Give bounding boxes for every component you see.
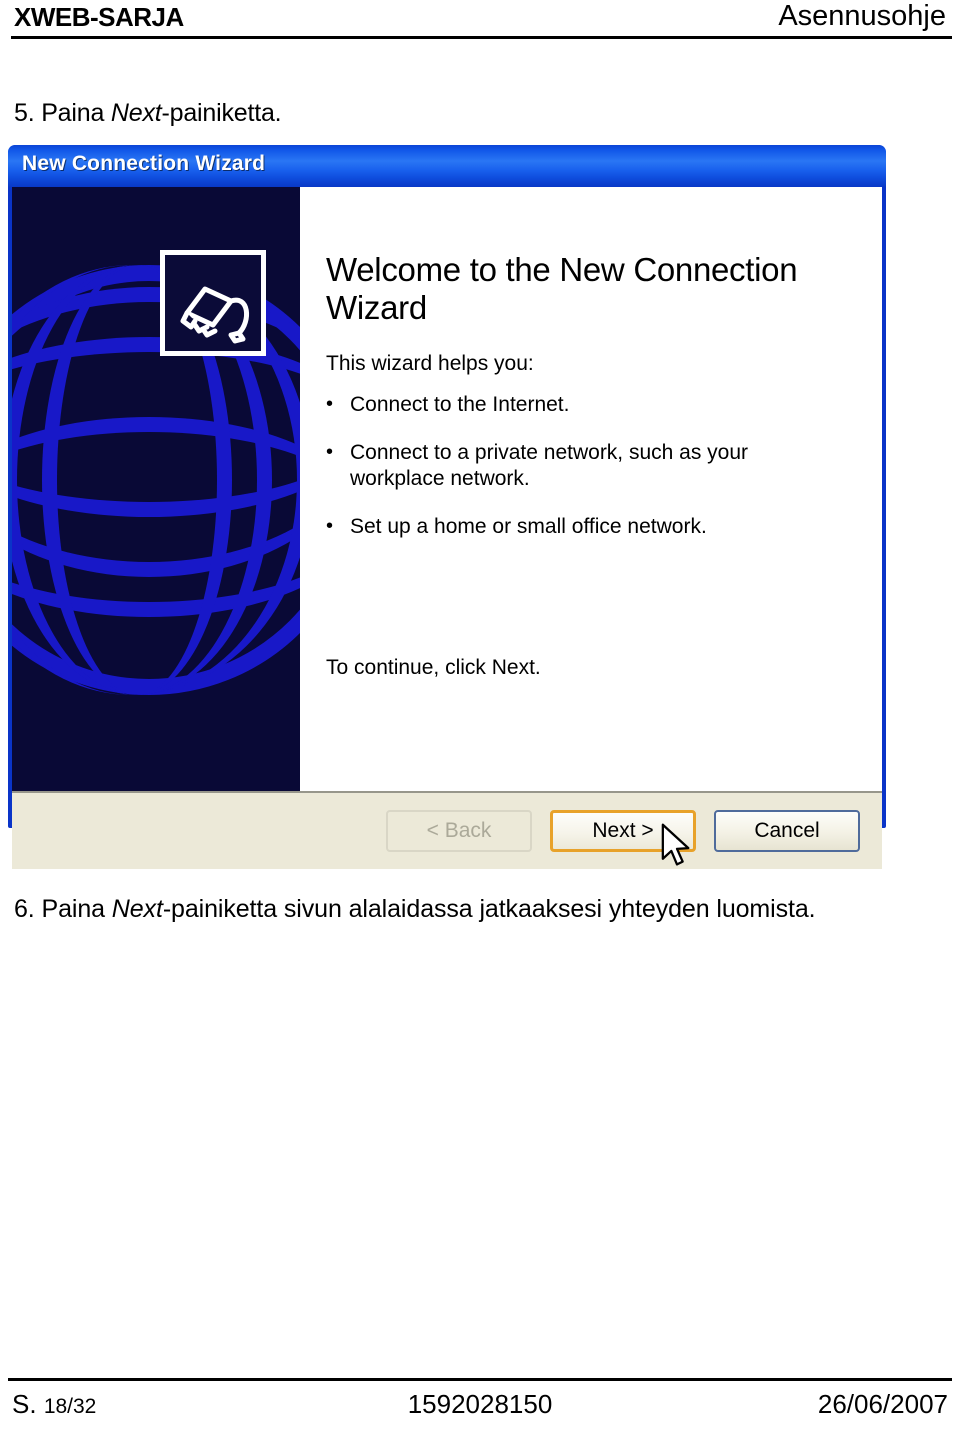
bullet-glyph: •: [326, 393, 334, 415]
footer-page-prefix: S.: [12, 1389, 37, 1419]
dialog-body: Welcome to the New Connection Wizard Thi…: [12, 187, 882, 791]
footer-page-indicator: S. 18/32: [12, 1388, 96, 1423]
step-5-number: 5.: [14, 99, 42, 127]
list-item: • Connect to the Internet.: [320, 392, 840, 418]
wizard-continue-text: To continue, click Next.: [326, 656, 541, 679]
wizard-intro-text: This wizard helps you:: [326, 352, 534, 375]
step-6-text-after: -painiketta sivun alalaidassa jatkaakses…: [162, 895, 816, 923]
step-5-emphasis: Next: [110, 99, 162, 127]
back-button[interactable]: < Back: [386, 810, 532, 852]
next-button[interactable]: Next >: [550, 810, 696, 852]
bullet-glyph: •: [326, 515, 334, 537]
step-5-paragraph: 5. Paina Next-painiketta.: [14, 97, 934, 129]
header-left-title: XWEB-SARJA: [14, 2, 184, 32]
dialog-sidebar-banner: [12, 187, 300, 791]
bullet-glyph: •: [326, 441, 334, 463]
footer-document-number: 1592028150: [407, 1389, 553, 1419]
list-item-label: Connect to a private network, such as yo…: [350, 441, 749, 490]
list-item: • Set up a home or small office network.: [320, 514, 840, 540]
step-6-text-before: Paina: [41, 895, 112, 923]
header-divider: [11, 36, 952, 39]
step-6-emphasis: Next: [111, 895, 163, 923]
footer-date: 26/06/2007: [817, 1389, 948, 1419]
network-plug-icon: [160, 250, 266, 356]
list-item: • Connect to a private network, such as y…: [320, 440, 840, 492]
footer-page-number: 18/32: [43, 1395, 97, 1418]
step-6-paragraph: 6. Paina Next-painiketta sivun alalaidas…: [14, 891, 948, 927]
page-footer: S. 18/32 1592028150 26/06/2007: [8, 1378, 952, 1426]
step-5-text-before: Paina: [41, 99, 111, 127]
wizard-bullet-list: • Connect to the Internet. • Connect to a …: [320, 392, 840, 562]
step-5-text-after: -painiketta.: [161, 99, 282, 127]
dialog-content-pane: Welcome to the New Connection Wizard Thi…: [300, 187, 882, 791]
dialog-button-bar: < Back Next > Cancel: [12, 791, 882, 869]
cancel-button[interactable]: Cancel: [714, 810, 860, 852]
dialog-titlebar[interactable]: New Connection Wizard: [8, 145, 886, 187]
page-header: XWEB-SARJA Asennusohje: [11, 0, 952, 40]
dialog-frame: New Connection Wizard Welcome to the New…: [8, 145, 886, 869]
header-right-title: Asennusohje: [778, 0, 946, 32]
wizard-heading: Welcome to the New Connection Wizard: [326, 251, 798, 326]
list-item-label: Connect to the Internet.: [350, 393, 570, 416]
list-item-label: Set up a home or small office network.: [350, 515, 707, 538]
step-6-number: 6.: [14, 895, 42, 923]
footer-divider: [8, 1378, 952, 1381]
dialog-title: New Connection Wizard: [22, 152, 266, 175]
new-connection-wizard-dialog: New Connection Wizard Welcome to the New…: [8, 145, 886, 869]
